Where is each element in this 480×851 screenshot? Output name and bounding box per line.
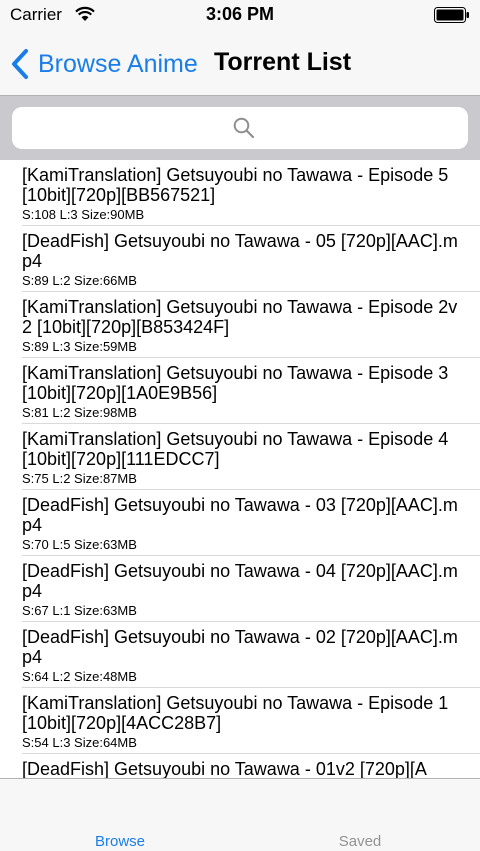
torrent-stats: S:81 L:2 Size:98MB	[22, 405, 137, 420]
torrent-stats: S:70 L:5 Size:63MB	[22, 537, 137, 552]
torrent-title: [DeadFish] Getsuyoubi no Tawawa - 05 [72…	[22, 231, 458, 271]
torrent-row[interactable]: [KamiTranslation] Getsuyoubi no Tawawa -…	[0, 424, 480, 490]
torrent-stats: S:67 L:1 Size:63MB	[22, 603, 137, 618]
tab-bar: Browse Saved	[0, 778, 480, 851]
torrent-title: [KamiTranslation] Getsuyoubi no Tawawa -…	[22, 297, 458, 337]
torrent-title: [DeadFish] Getsuyoubi no Tawawa - 02 [72…	[22, 627, 458, 667]
torrent-stats: S:89 L:3 Size:59MB	[22, 339, 137, 354]
torrent-row[interactable]: [KamiTranslation] Getsuyoubi no Tawawa -…	[0, 688, 480, 754]
torrent-row[interactable]: [DeadFish] Getsuyoubi no Tawawa - 05 [72…	[0, 226, 480, 292]
torrent-row[interactable]: [DeadFish] Getsuyoubi no Tawawa - 04 [72…	[0, 556, 480, 622]
torrent-title: [KamiTranslation] Getsuyoubi no Tawawa -…	[22, 693, 449, 733]
back-button[interactable]: Browse Anime	[10, 46, 198, 82]
torrent-row[interactable]: [DeadFish] Getsuyoubi no Tawawa - 03 [72…	[0, 490, 480, 556]
navigation-bar: Browse Anime Torrent List	[0, 30, 480, 96]
page-title: Torrent List	[214, 48, 352, 76]
torrent-stats: S:75 L:2 Size:87MB	[22, 471, 137, 486]
torrent-title: [KamiTranslation] Getsuyoubi no Tawawa -…	[22, 429, 449, 469]
search-bar	[0, 96, 480, 160]
torrent-title: [DeadFish] Getsuyoubi no Tawawa - 04 [72…	[22, 561, 458, 601]
status-bar: Carrier 3:06 PM	[0, 0, 480, 30]
torrent-stats: S:54 L:3 Size:64MB	[22, 735, 137, 750]
tab-browse[interactable]: Browse	[0, 779, 240, 851]
torrent-row[interactable]: [KamiTranslation] Getsuyoubi no Tawawa -…	[0, 160, 480, 226]
torrent-row[interactable]: [KamiTranslation] Getsuyoubi no Tawawa -…	[0, 358, 480, 424]
torrent-row[interactable]: [DeadFish] Getsuyoubi no Tawawa - 02 [72…	[0, 622, 480, 688]
chevron-left-icon	[12, 49, 28, 79]
torrent-list: [KamiTranslation] Getsuyoubi no Tawawa -…	[0, 160, 480, 778]
torrent-stats: S:108 L:3 Size:90MB	[22, 207, 145, 222]
torrent-title: [KamiTranslation] Getsuyoubi no Tawawa -…	[22, 165, 449, 205]
search-input[interactable]	[12, 107, 468, 149]
torrent-title: [KamiTranslation] Getsuyoubi no Tawawa -…	[22, 363, 449, 403]
torrent-list-screen: Carrier 3:06 PM Browse Anime Torrent Lis…	[0, 0, 480, 851]
search-field[interactable]	[12, 107, 468, 149]
torrent-title: [DeadFish] Getsuyoubi no Tawawa - 03 [72…	[22, 495, 458, 535]
tab-saved[interactable]: Saved	[240, 779, 480, 851]
back-button-label: Browse Anime	[38, 49, 198, 78]
battery-icon	[434, 7, 469, 23]
torrent-row[interactable]: [KamiTranslation] Getsuyoubi no Tawawa -…	[0, 292, 480, 358]
torrent-stats: S:64 L:2 Size:48MB	[22, 669, 137, 684]
torrent-row[interactable]: [DeadFish] Getsuyoubi no Tawawa - 01v2 […	[0, 754, 480, 778]
clock: 3:06 PM	[205, 4, 275, 24]
tab-saved-label: Saved	[338, 833, 382, 850]
torrent-title: [DeadFish] Getsuyoubi no Tawawa - 01v2 […	[22, 759, 427, 778]
tab-browse-label: Browse	[94, 833, 146, 850]
torrent-stats: S:89 L:2 Size:66MB	[22, 273, 137, 288]
